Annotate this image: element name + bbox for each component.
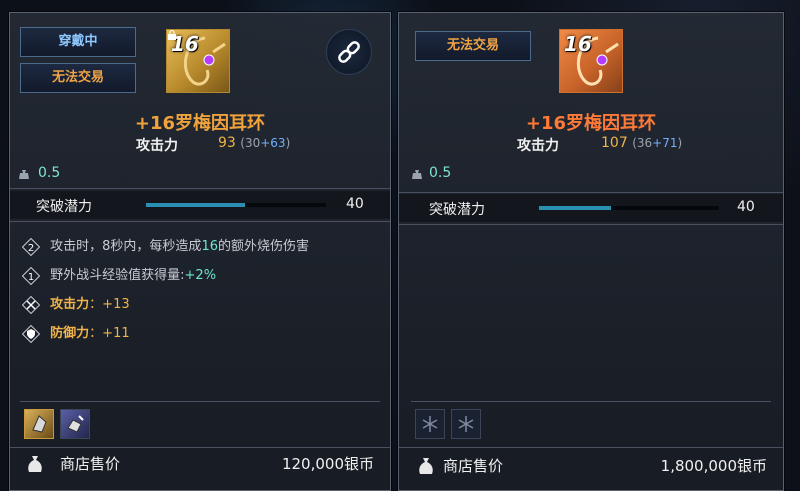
divider (411, 401, 771, 402)
divider (10, 447, 390, 448)
effect-text: 野外战斗经验值获得量: (50, 268, 185, 283)
effect-number: +2% (184, 268, 217, 283)
potential-label: 突破潜力 (36, 199, 92, 215)
tooltip-equipped: 穿戴中 无法交易 16 +16罗梅因耳环 攻击力 93 (30+63) 0.5 … (9, 12, 391, 491)
untradeable-tag: 无法交易 (415, 31, 531, 61)
potential-bar-fill (539, 206, 611, 210)
empty-slot-2[interactable] (451, 409, 481, 439)
item-name: +16罗梅因耳环 (134, 113, 266, 134)
crystal-slot-1[interactable] (24, 409, 54, 439)
crystal-icon (32, 415, 47, 433)
money-bag-icon (28, 456, 42, 472)
weight-value: 0.5 (38, 165, 61, 181)
attack-value: 93 (30+63) (218, 135, 290, 151)
untradeable-tag: 无法交易 (20, 63, 136, 93)
shop-price-value: 120,000银币 (281, 455, 374, 473)
attack-base: (30 (240, 136, 261, 150)
effect-label: 攻击力 (50, 297, 90, 312)
shield-icon (22, 324, 40, 343)
effect-label: 防御力 (50, 326, 90, 341)
potential-bar (146, 203, 326, 207)
tooltip-compare: 无法交易 16 +16罗梅因耳环 攻击力 107 (36+71) 0.5 突破潜… (398, 12, 784, 491)
potential-bar-fill (146, 203, 245, 207)
effect-value: +13 (102, 297, 130, 312)
effect-number: 16 (201, 239, 218, 254)
attack-total: 107 (601, 135, 628, 151)
divider (20, 401, 380, 402)
effect-text: 8秒内，每秒造成 (102, 239, 202, 254)
svg-text:1: 1 (28, 272, 34, 283)
attack-bonus: +63 (260, 136, 286, 150)
divider (399, 224, 783, 225)
attack-close: ) (285, 136, 291, 150)
link-icon (338, 41, 360, 63)
attack-label: 攻击力 (136, 138, 178, 154)
weight-icon (19, 170, 29, 179)
money-bag-icon (419, 458, 433, 474)
effect-text: 的额外烧伤伤害 (217, 239, 309, 254)
attack-base: (36 (632, 136, 653, 150)
crystal-icon (67, 415, 84, 433)
attack-value: 107 (36+71) (601, 135, 682, 151)
earring-icon: 16 (559, 29, 623, 93)
crystal-slot-2[interactable] (60, 409, 90, 439)
attack-total: 93 (218, 135, 236, 151)
effect-exp: 1 野外战斗经验值获得量:+2% (22, 265, 216, 287)
item-name: +16罗梅因耳环 (525, 113, 657, 134)
shop-price-label: 商店售价 (443, 457, 504, 475)
effect-value: +11 (102, 326, 130, 341)
diamond-badge-icon: 2 (22, 237, 40, 256)
potential-bar (539, 206, 719, 210)
effect-text: 攻击时， (50, 239, 103, 254)
effect-attack: 攻击力：+13 (22, 294, 130, 316)
diamond-badge-icon: 1 (22, 266, 40, 285)
attack-bonus: +71 (652, 136, 678, 150)
weight-icon (412, 170, 422, 179)
potential-value: 40 (737, 199, 755, 215)
link-button[interactable] (326, 29, 372, 75)
effect-burn: 2 攻击时，8秒内，每秒造成16的额外烧伤伤害 (22, 236, 309, 258)
divider (10, 221, 390, 222)
snowflake-slot-icon (422, 416, 438, 432)
potential-value: 40 (346, 196, 364, 212)
potential-label: 突破潜力 (429, 202, 485, 218)
divider (399, 192, 783, 193)
svg-text:2: 2 (28, 243, 34, 254)
earring-icon: 16 (166, 29, 230, 93)
attack-close: ) (677, 136, 683, 150)
divider (10, 188, 390, 189)
shop-price-value: 1,800,000银币 (660, 457, 767, 475)
divider (399, 447, 783, 448)
snowflake-slot-icon (458, 416, 474, 432)
shop-price-label: 商店售价 (60, 455, 121, 473)
equipped-tag: 穿戴中 (20, 27, 136, 57)
effect-defense: 防御力：+11 (22, 323, 130, 345)
item-level: 16 (564, 32, 592, 56)
attack-label: 攻击力 (517, 138, 559, 154)
crossed-swords-icon (22, 295, 40, 314)
lock-icon (168, 30, 176, 40)
empty-slot-1[interactable] (415, 409, 445, 439)
weight-value: 0.5 (429, 165, 452, 181)
